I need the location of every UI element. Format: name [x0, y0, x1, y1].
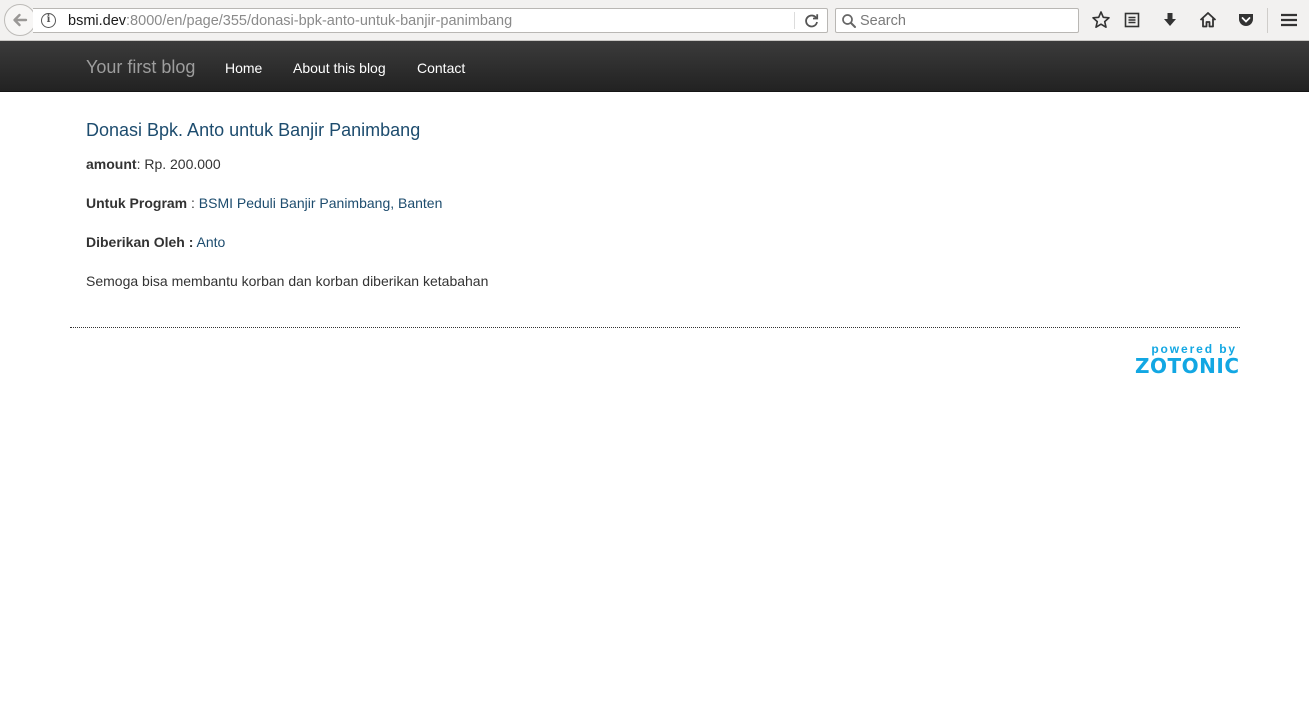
given-by-link[interactable]: Anto	[196, 234, 225, 250]
amount-field: amount: Rp. 200.000	[86, 156, 221, 172]
arrow-left-icon	[13, 13, 28, 27]
back-button[interactable]	[4, 4, 36, 36]
program-field: Untuk Program : BSMI Peduli Banjir Panim…	[86, 195, 442, 211]
url-path: :8000/en/page/355/donasi-bpk-anto-untuk-…	[126, 13, 513, 29]
nav-link-contact[interactable]: Contact	[417, 60, 465, 76]
pocket-icon[interactable]	[1236, 10, 1256, 30]
program-link[interactable]: BSMI Peduli Banjir Panimbang, Banten	[199, 195, 443, 211]
amount-label: amount	[86, 156, 137, 172]
hamburger-menu-icon[interactable]	[1279, 10, 1299, 30]
program-separator: :	[187, 195, 199, 211]
reload-icon[interactable]	[803, 12, 821, 30]
amount-value: : Rp. 200.000	[136, 156, 221, 172]
info-icon[interactable]: i	[41, 13, 56, 28]
site-brand[interactable]: Your first blog	[86, 57, 195, 78]
given-by-label: Diberikan Oleh :	[86, 234, 194, 250]
search-input[interactable]	[858, 9, 1073, 32]
search-icon	[842, 14, 856, 28]
url-text[interactable]: bsmi.dev:8000/en/page/355/donasi-bpk-ant…	[68, 13, 512, 29]
zotonic-logo-link[interactable]: powered by ZOTONIC	[1135, 343, 1240, 378]
url-host: bsmi.dev	[68, 13, 127, 29]
toolbar-divider	[1267, 8, 1268, 33]
page-body-text: Semoga bisa membantu korban dan korban d…	[86, 273, 489, 289]
site-navbar: Your first blog Home About this blog Con…	[0, 41, 1309, 92]
zotonic-logo: ZOTONIC	[1135, 354, 1240, 378]
footer-divider	[70, 327, 1240, 328]
nav-link-home[interactable]: Home	[225, 60, 262, 76]
address-bar[interactable]: i bsmi.dev:8000/en/page/355/donasi-bpk-a…	[33, 8, 828, 33]
nav-link-about[interactable]: About this blog	[293, 60, 386, 76]
program-label: Untuk Program	[86, 195, 188, 211]
url-divider	[794, 12, 795, 29]
search-box[interactable]	[835, 8, 1079, 33]
home-icon[interactable]	[1198, 10, 1218, 30]
browser-toolbar: i bsmi.dev:8000/en/page/355/donasi-bpk-a…	[0, 0, 1309, 41]
page-title: Donasi Bpk. Anto untuk Banjir Panimbang	[86, 120, 421, 140]
download-icon[interactable]	[1160, 10, 1180, 30]
bookmark-star-icon[interactable]	[1091, 10, 1111, 30]
given-by-field: Diberikan Oleh : Anto	[86, 234, 225, 250]
reading-list-icon[interactable]	[1122, 10, 1142, 30]
